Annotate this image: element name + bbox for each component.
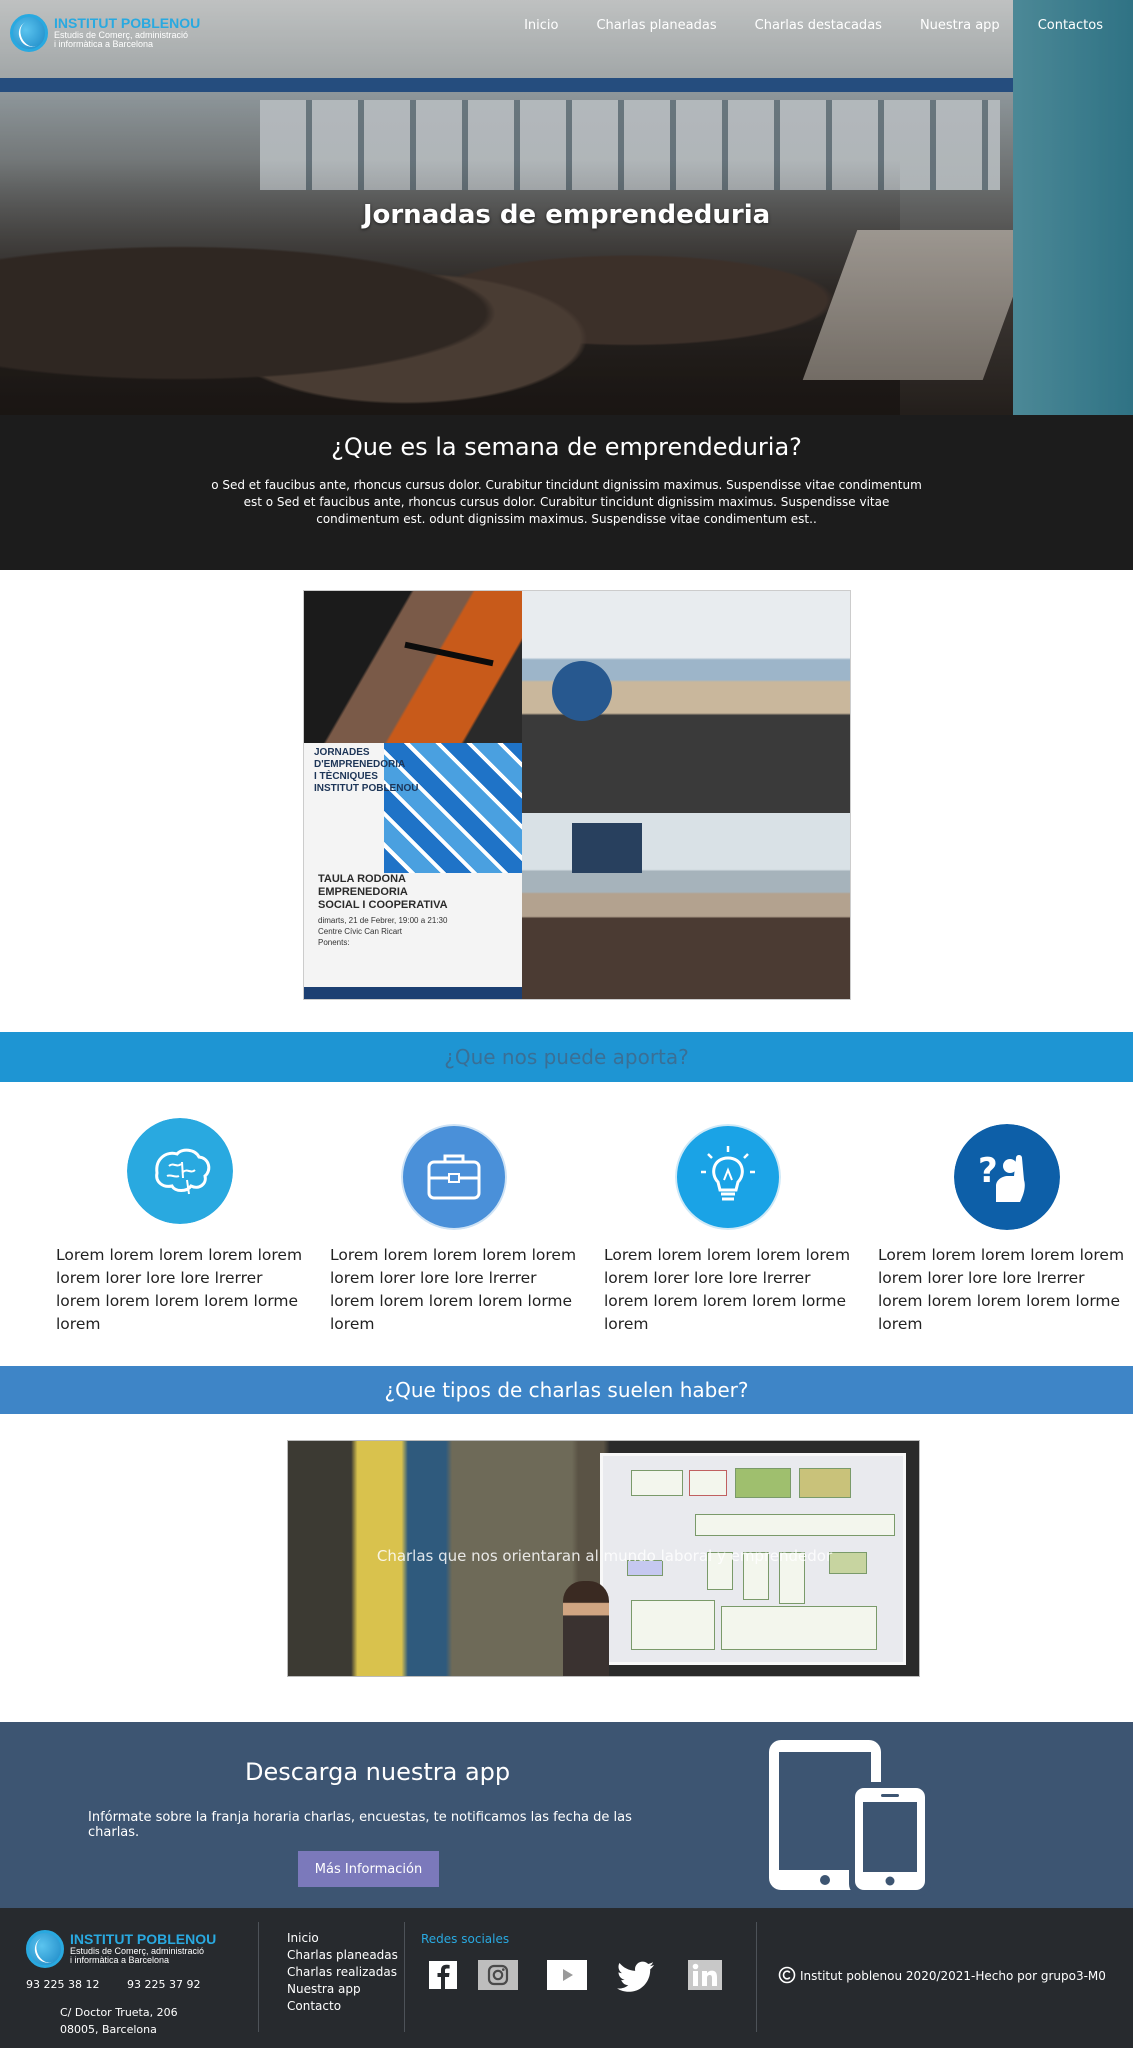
collage-photo-speakers (304, 591, 522, 743)
social-label: Redes sociales (421, 1932, 510, 1946)
speaker-figure (563, 1581, 609, 1676)
collage-photo-classroom (522, 591, 850, 813)
poster-date: dimarts, 21 de Febrer, 19:00 a 21:30 (318, 916, 448, 925)
tipos-band: ¿Que tipos de charlas suelen haber? (0, 1366, 1133, 1414)
footer-address: C/ Doctor Trueta, 206 08005, Barcelona (60, 2004, 178, 2038)
globe-logo-icon (26, 1930, 64, 1968)
address-line-1: C/ Doctor Trueta, 206 (60, 2006, 178, 2019)
slide-box (695, 1514, 895, 1536)
copyright-text: Institut poblenou 2020/2021-Hecho por gr… (800, 1969, 1106, 1983)
poster-main-3: SOCIAL I COOPERATIVA (318, 899, 448, 911)
app-section: Descarga nuestra app Infórmate sobre la … (0, 1722, 1133, 1908)
footer-logo[interactable]: INSTITUT POBLENOU Estudis de Comerç, adm… (26, 1930, 216, 1968)
aporta-band: ¿Que nos puede aporta? (0, 1032, 1133, 1082)
footer-divider (404, 1922, 405, 2032)
footer-logo-text: INSTITUT POBLENOU Estudis de Comerç, adm… (70, 1932, 216, 1966)
poster-line-4: INSTITUT POBLENOU (314, 783, 419, 794)
copyright: Institut poblenou 2020/2021-Hecho por gr… (778, 1966, 1106, 1984)
talk-caption: Charlas que nos orientaran al mundo labo… (376, 1547, 833, 1565)
footer-phones: 93 225 38 12 93 225 37 92 (26, 1978, 224, 1991)
collage-photo-poster: JORNADES D'EMPRENEDORIA I TÈCNIQUES INST… (304, 743, 522, 999)
what-is-heading: ¿Que es la semana de emprendeduria? (331, 433, 802, 461)
feature-text: Lorem lorem lorem lorem lorem lorem lore… (56, 1246, 303, 1333)
what-is-section: ¿Que es la semana de emprendeduria? o Se… (0, 415, 1133, 570)
poster-details: dimarts, 21 de Febrer, 19:00 a 21:30 Cen… (318, 915, 447, 948)
svg-text:?: ? (978, 1151, 998, 1191)
facebook-icon[interactable] (426, 1958, 460, 1992)
feature-text: Lorem lorem lorem lorem lorem lorem lore… (330, 1246, 577, 1333)
footer-link-charlas-planeadas[interactable]: Charlas planeadas (287, 1947, 398, 1964)
more-info-button[interactable]: Más Información (298, 1851, 439, 1887)
twitter-icon[interactable] (614, 1958, 658, 1992)
site-footer: INSTITUT POBLENOU Estudis de Comerç, adm… (0, 1908, 1133, 2048)
feature-text: Lorem lorem lorem lorem lorem lorem lore… (604, 1246, 851, 1333)
nav-inicio[interactable]: Inicio (524, 18, 558, 33)
talk-photo: Charlas que nos orientaran al mundo labo… (287, 1440, 920, 1677)
nav-charlas-planeadas[interactable]: Charlas planeadas (596, 18, 716, 33)
devices-icon (769, 1740, 931, 1896)
briefcase-icon (401, 1124, 507, 1230)
hero-title: Jornadas de emprendeduria (362, 200, 771, 230)
footer-link-charlas-realizadas[interactable]: Charlas realizadas (287, 1964, 398, 1981)
poster-speakers: Ponents: (318, 938, 350, 947)
lightbulb-icon (675, 1124, 781, 1230)
globe-decor (552, 661, 612, 721)
footer-links: Inicio Charlas planeadas Charlas realiza… (287, 1930, 398, 2015)
address-line-2: 08005, Barcelona (60, 2023, 157, 2036)
slide-box (799, 1468, 851, 1498)
nav-nuestra-app[interactable]: Nuestra app (920, 18, 1000, 33)
collage-photo-audience (522, 813, 850, 999)
main-nav: Inicio Charlas planeadas Charlas destaca… (486, 18, 1103, 33)
projector-screen (572, 823, 642, 873)
hero-banner: INSTITUT POBLENOU Estudis de Comerç, adm… (0, 0, 1133, 415)
phone-2[interactable]: 93 225 37 92 (127, 1978, 200, 1991)
logo-subtitle-2: i informàtica a Barcelona (54, 39, 154, 50)
nav-contactos[interactable]: Contactos (1038, 18, 1103, 33)
globe-logo-icon (10, 14, 48, 52)
what-is-text: o Sed et faucibus ante, rhoncus cursus d… (211, 478, 922, 526)
footer-link-contacto[interactable]: Contacto (287, 1998, 398, 2015)
aporta-heading: ¿Que nos puede aporta? (444, 1045, 689, 1069)
brain-icon (127, 1118, 233, 1224)
poster-venue: Centre Cívic Can Ricart (318, 927, 403, 936)
footer-link-inicio[interactable]: Inicio (287, 1930, 398, 1947)
slide-box (631, 1600, 715, 1650)
slide-box (721, 1606, 877, 1650)
instagram-icon[interactable] (476, 1958, 520, 1992)
app-description: Infórmate sobre la franja horaria charla… (88, 1810, 632, 1840)
header-logo[interactable]: INSTITUT POBLENOU Estudis de Comerç, adm… (10, 14, 200, 52)
poster-line-3: I TÈCNIQUES (314, 771, 378, 782)
nav-charlas-destacadas[interactable]: Charlas destacadas (755, 18, 882, 33)
poster-main-title: TAULA RODONA EMPRENEDORIA SOCIAL I COOPE… (318, 873, 448, 912)
linkedin-icon[interactable] (683, 1958, 727, 1992)
slide-box (735, 1468, 791, 1498)
copyright-icon (778, 1966, 796, 1984)
footer-divider (756, 1922, 757, 2032)
question-hand-icon: ? (954, 1124, 1060, 1230)
poster-main-2: EMPRENEDORIA (318, 886, 408, 898)
app-heading: Descarga nuestra app (245, 1758, 511, 1786)
poster-title: JORNADES D'EMPRENEDORIA I TÈCNIQUES INST… (314, 747, 418, 795)
footer-divider (258, 1922, 259, 2032)
feature-text: Lorem lorem lorem lorem lorem lorem lore… (878, 1246, 1125, 1333)
photo-collage: JORNADES D'EMPRENEDORIA I TÈCNIQUES INST… (303, 590, 851, 1000)
slide-box (689, 1470, 727, 1496)
logo-title: INSTITUT POBLENOU (54, 15, 201, 32)
logo-text: INSTITUT POBLENOU Estudis de Comerç, adm… (54, 16, 200, 50)
poster-line-1: JORNADES (314, 747, 370, 758)
phone-1[interactable]: 93 225 38 12 (26, 1978, 99, 1991)
footer-logo-title: INSTITUT POBLENOU (70, 1931, 217, 1948)
slide-box (631, 1470, 683, 1496)
youtube-icon[interactable] (545, 1958, 589, 1992)
tipos-heading: ¿Que tipos de charlas suelen haber? (384, 1378, 749, 1402)
microphone (404, 641, 494, 667)
poster-footer (304, 987, 522, 999)
poster-main-1: TAULA RODONA (318, 873, 406, 885)
poster-line-2: D'EMPRENEDORIA (314, 759, 406, 770)
footer-link-nuestra-app[interactable]: Nuestra app (287, 1981, 398, 1998)
footer-logo-subtitle-2: i informàtica a Barcelona (70, 1955, 170, 1966)
